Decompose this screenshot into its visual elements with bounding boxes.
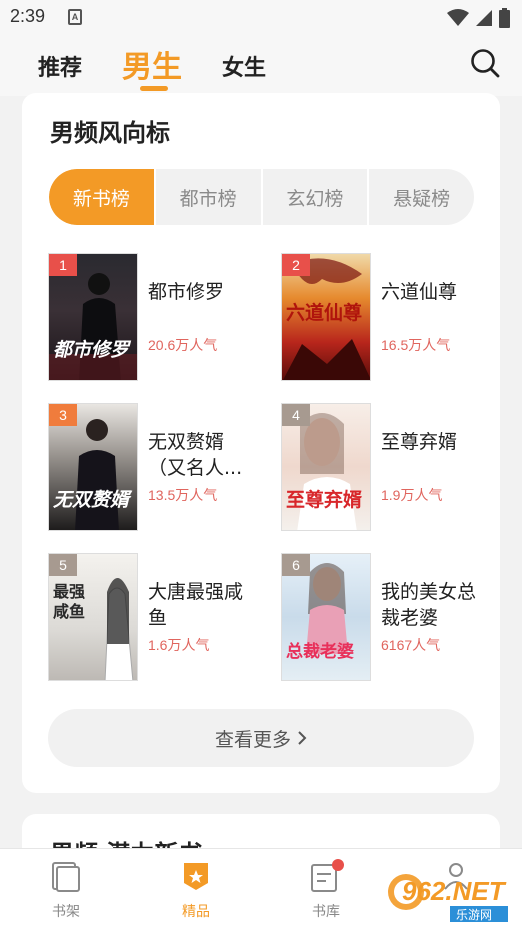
wifi-icon — [447, 9, 469, 26]
status-bar: 2:39 A — [0, 0, 522, 36]
search-icon[interactable] — [470, 48, 500, 78]
book-cover[interactable]: 4 至尊弃婿 — [281, 403, 371, 531]
cover-title: 最强咸鱼 — [53, 582, 86, 621]
nav-premium[interactable]: 精品 — [156, 859, 236, 921]
rank-badge: 5 — [49, 554, 77, 576]
book-title: 至尊弃婿 — [381, 431, 458, 453]
watermark-logo: 962.NET 乐游网 — [384, 862, 514, 926]
top-navigation: 推荐 男生 女生 — [0, 36, 522, 96]
bookshelf-icon — [52, 862, 80, 892]
battery-icon — [499, 8, 510, 28]
cover-title: 至尊弃婿 — [286, 489, 363, 511]
tab-female[interactable]: 女生 — [222, 50, 266, 82]
book-cover[interactable]: 5 最强咸鱼 — [48, 553, 138, 681]
ranking-card: 男频风向标 新书榜 都市榜 玄幻榜 悬疑榜 1 都市修罗 都市修罗 20.6万人… — [22, 93, 500, 793]
tab-recommend[interactable]: 推荐 — [38, 50, 82, 82]
book-title: 无双赘婿（又名人... — [148, 431, 243, 479]
signal-icon — [476, 10, 492, 26]
book-item[interactable]: 6 总裁老婆 我的美女总裁老婆 6167人气 — [281, 553, 501, 681]
library-icon — [311, 859, 344, 892]
book-popularity: 6167人气 — [381, 637, 441, 653]
rank-badge: 1 — [49, 254, 77, 276]
cover-title: 六道仙尊 — [286, 302, 363, 324]
watermark-sub: 乐游网 — [456, 908, 492, 922]
book-item[interactable]: 2 六道仙尊 六道仙尊 16.5万人气 — [281, 253, 501, 381]
book-popularity: 20.6万人气 — [148, 337, 218, 353]
book-item[interactable]: 3 无双赘婿 无双赘婿（又名人... 13.5万人气 — [48, 403, 268, 531]
system-icons — [447, 8, 510, 28]
view-more-label: 查看更多 — [214, 728, 291, 751]
book-cover[interactable]: 3 无双赘婿 — [48, 403, 138, 531]
book-cover[interactable]: 1 都市修罗 — [48, 253, 138, 381]
chevron-right-icon — [298, 731, 307, 745]
nav-label: 精品 — [182, 904, 210, 920]
segment-fantasy[interactable]: 玄幻榜 — [260, 169, 368, 225]
book-item[interactable]: 1 都市修罗 都市修罗 20.6万人气 — [48, 253, 268, 381]
cover-title: 都市修罗 — [53, 339, 130, 361]
book-title: 六道仙尊 — [381, 281, 458, 303]
rank-badge: 4 — [282, 404, 310, 426]
tab-male[interactable]: 男生 — [122, 42, 182, 86]
book-title: 我的美女总裁老婆 — [381, 581, 477, 629]
notification-icon: A — [68, 9, 82, 25]
watermark-text: 962.NET — [402, 876, 507, 906]
ranking-segments: 新书榜 都市榜 玄幻榜 悬疑榜 — [49, 169, 474, 225]
book-cover[interactable]: 2 六道仙尊 — [281, 253, 371, 381]
rank-badge: 2 — [282, 254, 310, 276]
book-item[interactable]: 4 至尊弃婿 至尊弃婿 1.9万人气 — [281, 403, 501, 531]
book-item[interactable]: 5 最强咸鱼 大唐最强咸鱼 1.6万人气 — [48, 553, 268, 681]
nav-library[interactable]: 书库 — [286, 859, 366, 921]
book-title: 都市修罗 — [148, 281, 225, 303]
premium-badge-icon — [184, 863, 208, 890]
nav-bookshelf[interactable]: 书架 — [26, 859, 106, 921]
section-title: 男频风向标 — [50, 119, 170, 147]
cover-title: 总裁老婆 — [286, 642, 354, 662]
book-popularity: 1.9万人气 — [381, 487, 443, 503]
book-cover[interactable]: 6 总裁老婆 — [281, 553, 371, 681]
rank-badge: 6 — [282, 554, 310, 576]
view-more-button[interactable]: 查看更多 — [48, 709, 474, 767]
segment-new-books[interactable]: 新书榜 — [49, 169, 154, 225]
status-time: 2:39 — [10, 6, 46, 26]
rank-badge: 3 — [49, 404, 77, 426]
book-title: 大唐最强咸鱼 — [148, 581, 244, 629]
cover-title: 无双赘婿 — [53, 489, 130, 511]
book-popularity: 13.5万人气 — [148, 487, 218, 503]
nav-label: 书库 — [312, 904, 340, 920]
book-popularity: 1.6万人气 — [148, 637, 210, 653]
active-tab-indicator — [140, 86, 168, 91]
book-popularity: 16.5万人气 — [381, 337, 451, 353]
segment-mystery[interactable]: 悬疑榜 — [367, 169, 474, 225]
segment-urban[interactable]: 都市榜 — [153, 169, 261, 225]
nav-label: 书架 — [52, 904, 80, 920]
